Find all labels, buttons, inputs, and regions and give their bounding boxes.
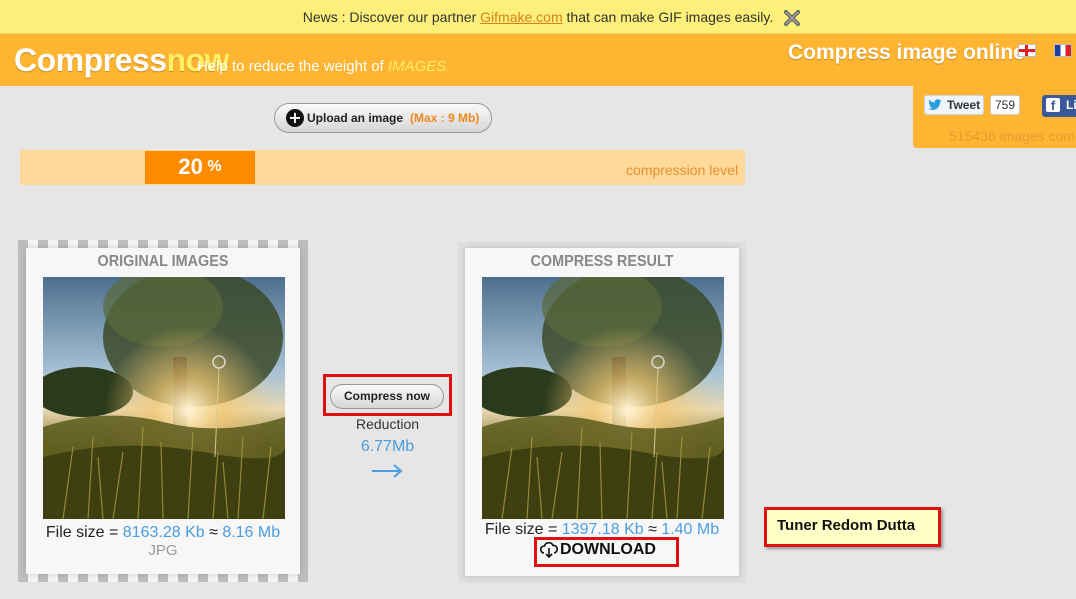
twitter-bird-icon: [928, 99, 942, 110]
cloud-download-icon: [540, 542, 558, 558]
close-icon[interactable]: [783, 10, 801, 26]
arrow-right-icon: [372, 464, 403, 478]
tagline-text: Help to reduce the weight of: [197, 58, 388, 75]
original-size-approx: ≈: [204, 524, 223, 541]
original-photo: [43, 277, 285, 519]
compression-level-handle[interactable]: 20 %: [145, 151, 255, 184]
tagline-highlight: IMAGES.: [387, 58, 451, 75]
compression-level-unit: %: [207, 158, 222, 175]
header-title: Compress image online: [788, 41, 1025, 64]
upload-label: Upload an image: [307, 111, 404, 125]
uk-flag-icon[interactable]: [1018, 44, 1036, 57]
original-images-title: ORIGINAL IMAGES: [97, 253, 229, 270]
facebook-label: Li: [1066, 98, 1076, 112]
result-size-approx: ≈: [643, 521, 662, 538]
news-suffix: that can make GIF images easily.: [562, 9, 774, 25]
reduction-label: Reduction: [355, 416, 420, 432]
original-size-mb: 8.16 Mb: [222, 524, 281, 541]
compress-result-title: COMPRESS RESULT: [530, 253, 674, 270]
facebook-icon: f: [1046, 98, 1060, 113]
result-size-kb: 1397.18 Kb: [561, 521, 644, 538]
original-size-prefix: File size =: [45, 524, 123, 541]
original-size-kb: 8163.28 Kb: [122, 524, 205, 541]
reduction-value: 6.77Mb: [360, 438, 415, 455]
images-count: 515436 images com: [949, 128, 1076, 144]
tweet-count: 759: [990, 95, 1020, 115]
compression-level-label: compression level: [626, 162, 739, 178]
result-photo: [482, 277, 724, 519]
news-message: News : Discover our partner Gifmake.com …: [0, 9, 1076, 25]
upload-max-size: (Max : 9 Mb): [410, 111, 480, 125]
france-flag-icon[interactable]: [1054, 44, 1072, 57]
original-file-size: File size = 8163.28 Kb ≈ 8.16 Mb: [26, 524, 300, 542]
tagline: Help to reduce the weight of IMAGES.: [197, 58, 450, 75]
gifmake-link[interactable]: Gifmake.com: [480, 9, 562, 25]
result-size-prefix: File size =: [484, 521, 562, 538]
news-prefix: News : Discover our partner: [302, 9, 481, 25]
compress-now-button[interactable]: Compress now: [330, 384, 444, 409]
plus-icon: +: [286, 109, 304, 127]
logo-compress: Compress: [14, 42, 167, 78]
download-label: DOWNLOAD: [560, 541, 656, 558]
tweet-label: Tweet: [947, 98, 981, 112]
compression-level-value: 20: [178, 154, 203, 179]
annotation-note: Tuner Redom Dutta: [764, 507, 941, 547]
original-format: JPG: [148, 542, 178, 559]
result-size-mb: 1.40 Mb: [661, 521, 720, 538]
